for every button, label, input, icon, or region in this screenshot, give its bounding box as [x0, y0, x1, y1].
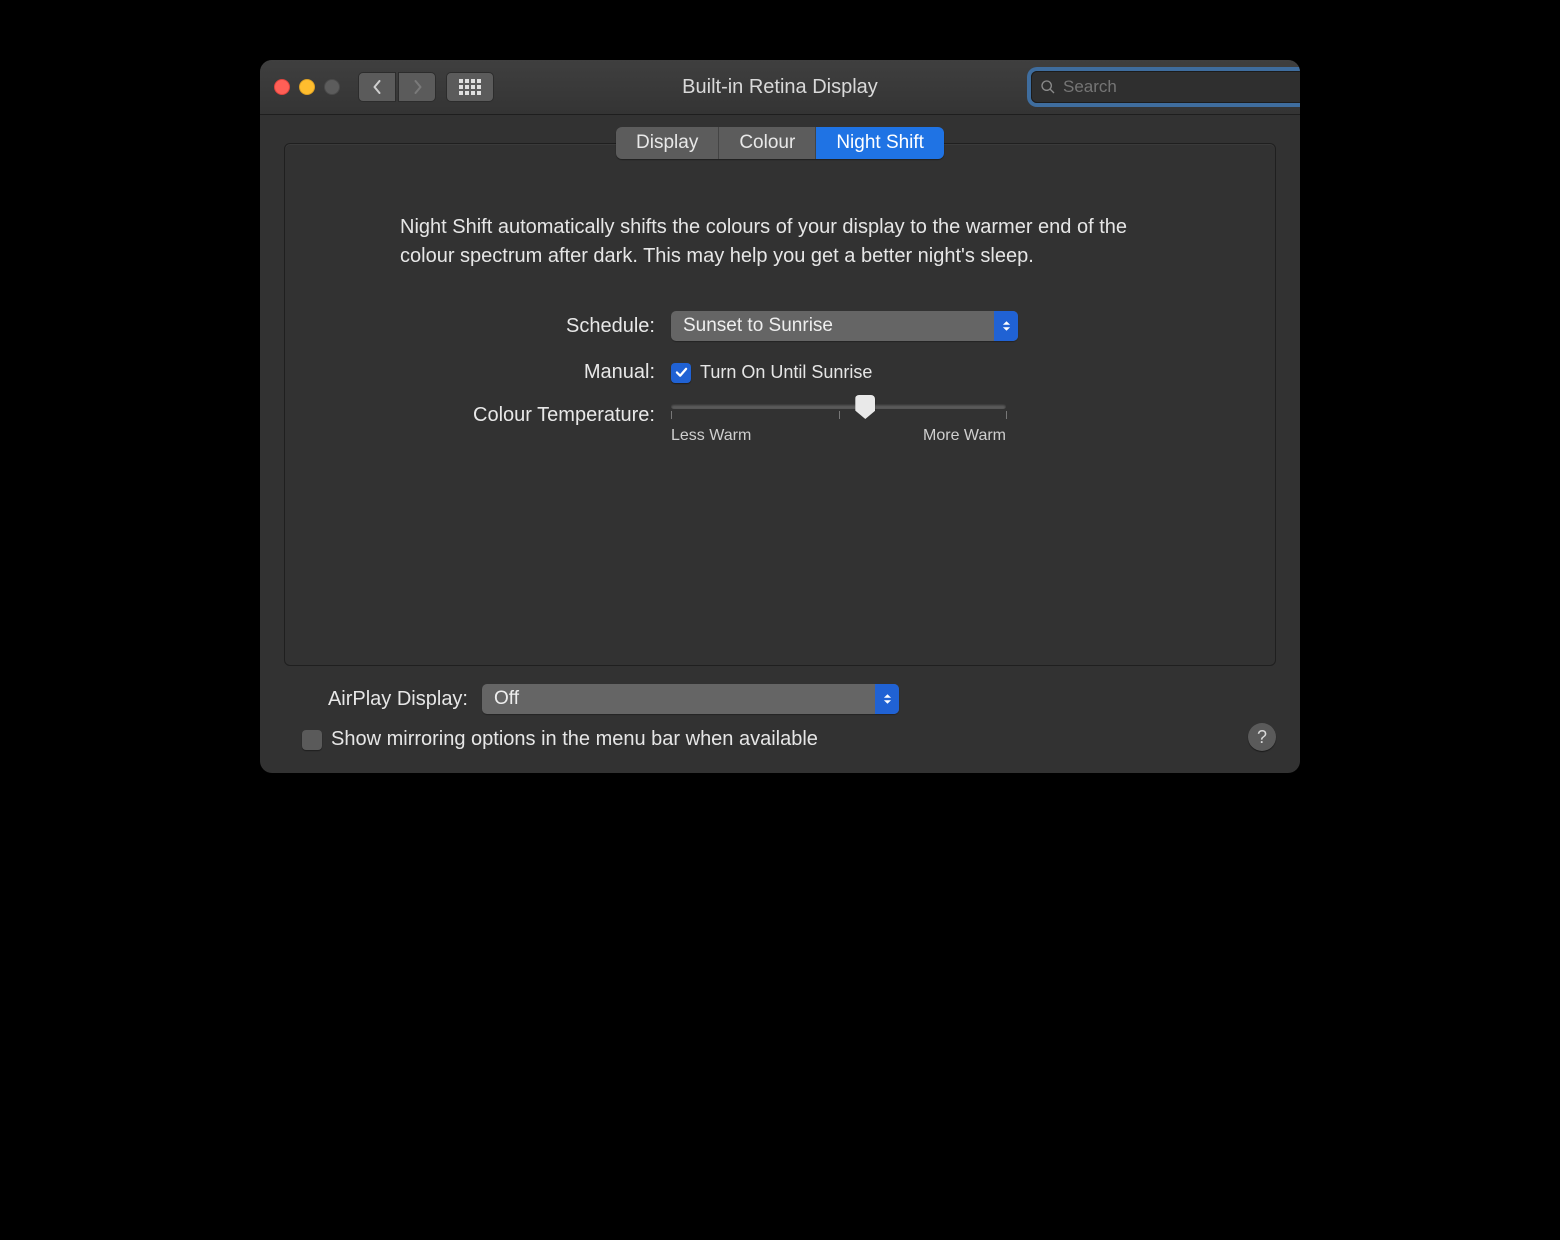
manual-checkbox[interactable]	[671, 363, 691, 383]
airplay-popup[interactable]: Off	[482, 684, 899, 714]
schedule-value: Sunset to Sunrise	[683, 315, 833, 337]
search-input[interactable]	[1031, 71, 1300, 103]
search-field-wrap	[1031, 71, 1286, 103]
footer: AirPlay Display: Off Show mirroring opti…	[284, 666, 1276, 751]
content-area: Display Colour Night Shift Night Shift a…	[260, 115, 1300, 773]
show-all-button[interactable]	[446, 72, 494, 102]
temperature-min-label: Less Warm	[671, 427, 751, 445]
nav-buttons	[358, 72, 436, 102]
manual-label: Manual:	[285, 361, 671, 384]
mirroring-checkbox[interactable]	[302, 730, 322, 750]
schedule-row: Schedule: Sunset to Sunrise	[285, 311, 1275, 341]
night-shift-description: Night Shift automatically shifts the col…	[390, 213, 1170, 271]
manual-checkbox-label: Turn On Until Sunrise	[700, 362, 872, 383]
slider-thumb-icon[interactable]	[855, 395, 875, 419]
popup-arrows-icon	[994, 311, 1018, 341]
close-window-button[interactable]	[274, 79, 290, 95]
popup-arrows-icon	[875, 684, 899, 714]
grid-icon	[459, 79, 481, 95]
tab-display[interactable]: Display	[616, 127, 719, 159]
forward-button[interactable]	[398, 72, 436, 102]
manual-row: Manual: Turn On Until Sunrise	[285, 361, 1275, 384]
airplay-value: Off	[494, 688, 519, 710]
tab-colour[interactable]: Colour	[719, 127, 816, 159]
preferences-window: Built-in Retina Display Display Colour N…	[260, 60, 1300, 773]
tab-night-shift[interactable]: Night Shift	[816, 127, 944, 159]
airplay-label: AirPlay Display:	[284, 688, 482, 711]
mirroring-row: Show mirroring options in the menu bar w…	[284, 728, 1276, 751]
settings-panel: Display Colour Night Shift Night Shift a…	[284, 143, 1276, 666]
checkmark-icon	[675, 367, 688, 378]
schedule-label: Schedule:	[285, 315, 671, 338]
temperature-max-label: More Warm	[923, 427, 1006, 445]
titlebar: Built-in Retina Display	[260, 60, 1300, 115]
schedule-popup[interactable]: Sunset to Sunrise	[671, 311, 1018, 341]
mirroring-label: Show mirroring options in the menu bar w…	[331, 728, 818, 751]
search-icon	[1040, 79, 1056, 95]
back-button[interactable]	[358, 72, 396, 102]
help-button[interactable]: ?	[1248, 723, 1276, 751]
window-controls	[274, 79, 340, 95]
temperature-slider-wrap: Less Warm More Warm	[671, 404, 1006, 445]
zoom-window-button[interactable]	[324, 79, 340, 95]
temperature-slider[interactable]	[671, 404, 1006, 409]
temperature-label: Colour Temperature:	[285, 404, 671, 427]
temperature-row: Colour Temperature: Less Warm More Warm	[285, 404, 1275, 445]
tab-bar: Display Colour Night Shift	[616, 127, 944, 159]
minimize-window-button[interactable]	[299, 79, 315, 95]
